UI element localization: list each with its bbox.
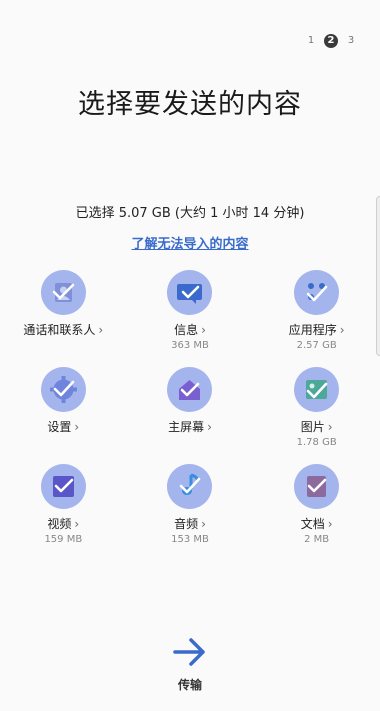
category-audio[interactable]: 音频 › 153 MB — [127, 464, 254, 551]
page-dot-1: 1 — [307, 35, 315, 46]
music-note-icon — [167, 464, 213, 509]
chevron-right-icon: › — [74, 419, 80, 434]
category-size: 153 MB — [171, 534, 209, 545]
category-label: 信息 — [174, 323, 199, 337]
home-screen-icon — [167, 367, 213, 412]
image-icon — [294, 367, 340, 412]
unimportable-content-link[interactable]: 了解无法导入的内容 — [0, 233, 380, 252]
apps-icon — [294, 270, 340, 315]
category-documents[interactable]: 文档 › 2 MB — [253, 464, 380, 551]
side-edge-handle[interactable] — [376, 196, 380, 356]
category-size: 2 MB — [304, 534, 330, 545]
category-size: 363 MB — [171, 340, 209, 351]
chevron-right-icon: › — [339, 322, 345, 337]
selection-summary: 已选择 5.07 GB (大约 1 小时 14 分钟) — [75, 206, 305, 221]
category-size: 1.78 GB — [296, 437, 337, 448]
document-icon — [294, 464, 340, 509]
transfer-label: 传输 — [177, 678, 202, 692]
category-label: 通话和联系人 — [23, 323, 96, 337]
arrow-right-icon — [173, 638, 205, 666]
chevron-right-icon: › — [327, 516, 333, 531]
category-label: 视频 — [47, 517, 72, 531]
chevron-right-icon: › — [201, 322, 206, 337]
chevron-right-icon: › — [207, 419, 212, 434]
category-label: 主屏幕 — [168, 420, 205, 434]
category-apps[interactable]: 应用程序 › 2.57 GB — [253, 270, 380, 357]
chevron-right-icon: › — [327, 419, 333, 434]
messages-icon — [167, 270, 213, 315]
category-size: 159 MB — [44, 534, 83, 545]
chevron-right-icon: › — [201, 516, 206, 531]
category-label: 音频 — [174, 517, 199, 531]
category-size: 2.57 GB — [296, 340, 337, 351]
category-settings[interactable]: 设置 › — [0, 367, 127, 454]
category-label: 图片 — [300, 420, 325, 434]
category-label: 应用程序 — [288, 323, 337, 337]
page-title: 选择要发送的内容 — [78, 89, 302, 120]
page-dot-3: 3 — [347, 35, 355, 46]
category-messages[interactable]: 信息 › 363 MB — [127, 270, 254, 357]
category-label: 文档 — [300, 517, 325, 531]
category-home-screen[interactable]: 主屏幕 › — [127, 367, 254, 454]
category-label: 设置 — [47, 420, 72, 434]
content-category-grid: 通话和联系人 › 信息 › 363 MB 应用程序 › 2.57 GB 设置 ›… — [0, 270, 380, 551]
category-contacts[interactable]: 通话和联系人 › — [0, 270, 127, 357]
chevron-right-icon: › — [74, 516, 80, 531]
chevron-right-icon: › — [98, 322, 104, 337]
category-images[interactable]: 图片 › 1.78 GB — [253, 367, 380, 454]
category-video[interactable]: 视频 › 159 MB — [0, 464, 127, 551]
video-icon — [40, 464, 86, 509]
page-indicator: 1 2 3 — [304, 34, 358, 48]
page-dot-2-current: 2 — [324, 34, 338, 48]
transfer-button[interactable]: 传输 — [0, 636, 380, 693]
settings-icon — [40, 367, 86, 412]
contacts-icon — [40, 270, 86, 315]
